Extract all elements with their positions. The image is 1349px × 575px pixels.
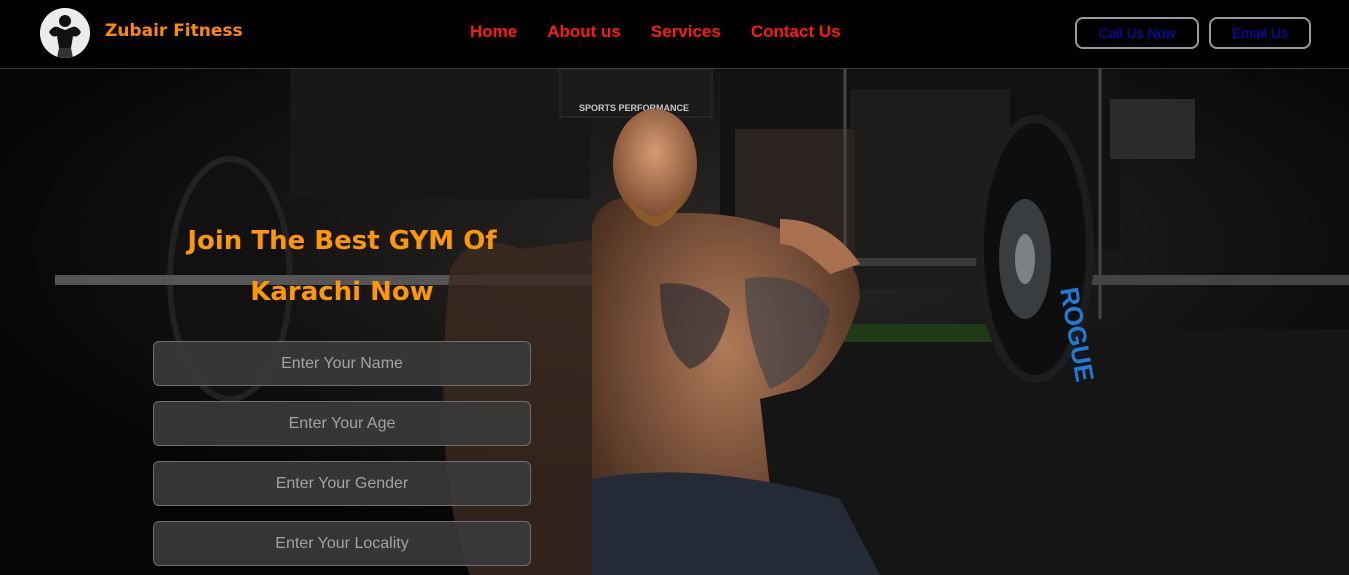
email-us-button[interactable]: Email Us bbox=[1209, 17, 1311, 49]
locality-input[interactable] bbox=[153, 521, 531, 566]
navbar: Zubair Fitness Home About us Services Co… bbox=[0, 0, 1349, 69]
nav-link-home[interactable]: Home bbox=[470, 22, 517, 42]
gender-input[interactable] bbox=[153, 461, 531, 506]
sports-banner-text: SPORTS PERFORMANCE bbox=[579, 103, 689, 113]
hero-headline: Join The Best GYM Of Karachi Now bbox=[170, 216, 514, 318]
name-input[interactable] bbox=[153, 341, 531, 386]
main-menu: Home About us Services Contact Us bbox=[470, 22, 871, 42]
nav-link-about[interactable]: About us bbox=[547, 22, 621, 42]
headline-line-1: Join The Best GYM Of bbox=[187, 226, 497, 256]
bodybuilder-logo-icon[interactable] bbox=[40, 8, 90, 58]
nav-link-contact[interactable]: Contact Us bbox=[751, 22, 841, 42]
age-input[interactable] bbox=[153, 401, 531, 446]
call-us-button[interactable]: Call Us Now bbox=[1075, 17, 1199, 49]
headline-line-2: Karachi Now bbox=[250, 277, 434, 307]
hero-section: SPORTS PERFORMANCE ROGUE Join The Best G… bbox=[0, 69, 1349, 575]
brand-name[interactable]: Zubair Fitness bbox=[105, 21, 243, 41]
nav-link-services[interactable]: Services bbox=[651, 22, 721, 42]
